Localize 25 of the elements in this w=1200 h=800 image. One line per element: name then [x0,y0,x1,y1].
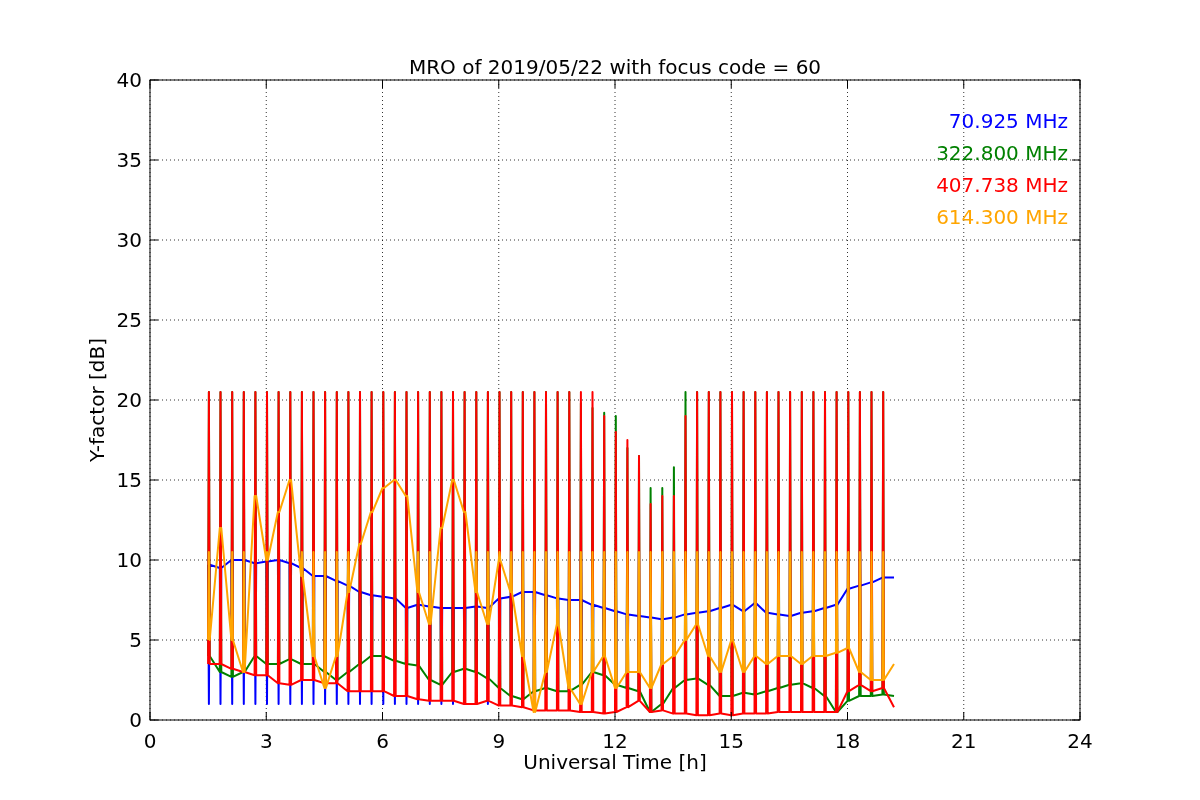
tick-label: 0 [129,708,142,732]
tick-label: 15 [116,468,142,492]
tick-label: 10 [116,548,142,572]
tick-label: 40 [116,68,142,92]
tick-label: 3 [259,729,273,753]
legend-label: 407.738 MHz [936,173,1068,197]
tick-label: 20 [116,388,142,412]
tick-label: 21 [951,729,977,753]
y-axis-label: Y-factor [dB] [85,338,109,462]
tick-label: 25 [116,308,142,332]
tick-label: 30 [116,228,142,252]
tick-label: 15 [718,729,744,753]
tick-label: 24 [1067,729,1093,753]
tick-label: 35 [116,148,142,172]
chart-title: MRO of 2019/05/22 with focus code = 60 [408,55,822,79]
legend-label: 614.300 MHz [936,205,1068,229]
legend-label: 70.925 MHz [948,109,1068,133]
tick-label: 12 [602,729,628,753]
tick-label: 5 [129,628,142,652]
tick-label: 18 [834,729,861,753]
x-axis-label: Universal Time [h] [523,750,707,774]
tick-label: 9 [492,729,506,753]
tick-label: 0 [143,729,157,753]
tick-label: 6 [376,729,389,753]
legend-label: 322.800 MHz [936,141,1068,165]
